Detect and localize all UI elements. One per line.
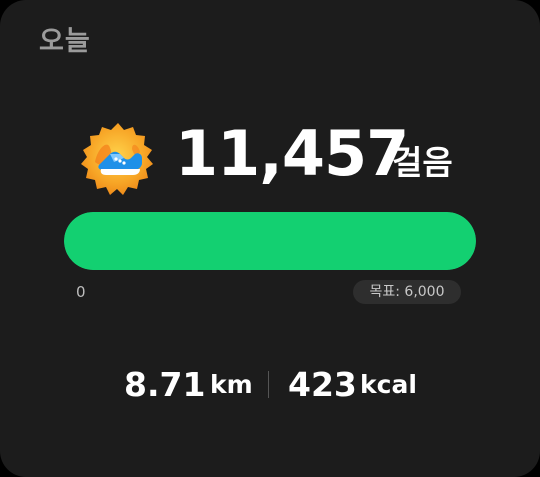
stats-row: 8.71 km 423 kcal bbox=[0, 362, 540, 408]
card-title: 오늘 bbox=[39, 26, 91, 57]
step-progress-bar bbox=[64, 212, 476, 270]
stats-divider bbox=[268, 371, 269, 398]
distance-unit: km bbox=[210, 370, 253, 399]
goal-label: 목표: 6,000 bbox=[353, 280, 461, 304]
running-shoe-badge-icon bbox=[81, 123, 153, 195]
step-count: 11,457 bbox=[175, 117, 409, 190]
progress-min-label: 0 bbox=[76, 283, 86, 301]
step-unit: 걸음 bbox=[392, 143, 453, 182]
distance-value: 8.71 bbox=[124, 365, 206, 404]
steps-card[interactable]: 오늘 11,457 걸음 0 목표: 6,000 8.71 km 423 kca… bbox=[0, 0, 540, 477]
calories-unit: kcal bbox=[360, 370, 417, 399]
step-progress-fill bbox=[64, 212, 476, 270]
calories-value: 423 bbox=[288, 365, 357, 404]
